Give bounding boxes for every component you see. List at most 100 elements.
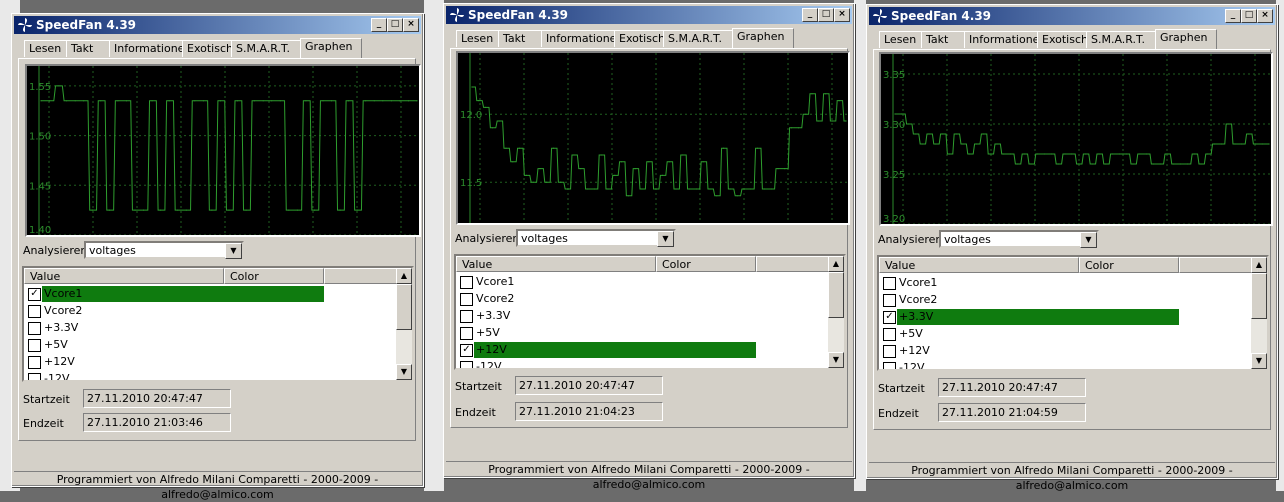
fan-icon <box>872 8 888 24</box>
checkbox[interactable] <box>28 322 41 335</box>
tab-exotisch[interactable]: Exotisch <box>182 40 238 57</box>
sensor-list[interactable]: Value Color Vcore1 Vcore2 +3.3V +5V ✓ +12V -12V ▲… <box>454 254 846 370</box>
column-header-value[interactable]: Value <box>879 257 1079 273</box>
scroll-up-icon[interactable]: ▲ <box>1251 257 1267 273</box>
scroll-down-icon[interactable]: ▼ <box>396 364 412 380</box>
data-point <box>219 100 222 102</box>
maximize-button[interactable]: □ <box>1241 9 1257 23</box>
scrollbar[interactable]: ▲ ▼ <box>828 256 844 368</box>
scrollbar[interactable]: ▲ ▼ <box>1251 257 1267 369</box>
analyze-dropdown[interactable]: voltages ▼ <box>84 241 244 259</box>
list-item[interactable]: -12V <box>26 371 396 380</box>
list-item[interactable]: +5V <box>881 326 1251 343</box>
data-point <box>777 168 779 170</box>
checkbox[interactable] <box>883 345 896 358</box>
title-bar[interactable]: SpeedFan 4.39 _ □ × <box>869 7 1275 25</box>
scroll-up-icon[interactable]: ▲ <box>396 268 412 284</box>
column-header-value[interactable]: Value <box>24 268 224 284</box>
checkbox[interactable] <box>460 293 473 306</box>
list-item[interactable]: +3.3V <box>458 308 828 325</box>
minimize-button[interactable]: _ <box>371 18 387 32</box>
tab-s-m-a-r-t-[interactable]: S.M.A.R.T. <box>1086 31 1162 48</box>
minimize-button[interactable]: _ <box>1225 9 1241 23</box>
list-item[interactable]: +12V <box>26 354 396 371</box>
scrollbar[interactable]: ▲ ▼ <box>396 268 412 380</box>
maximize-button[interactable]: □ <box>387 18 403 32</box>
list-item[interactable]: ✓ +12V <box>458 342 828 359</box>
title-bar[interactable]: SpeedFan 4.39 _ □ × <box>446 6 852 24</box>
tab-s-m-a-r-t-[interactable]: S.M.A.R.T. <box>231 40 307 57</box>
scroll-down-icon[interactable]: ▼ <box>1251 353 1267 369</box>
column-header-color[interactable]: Color <box>656 256 756 272</box>
tab-lesen[interactable]: Lesen <box>24 40 72 57</box>
voltage-graph: 1.55 1.50 1.45 1.40 <box>25 64 421 237</box>
close-button[interactable]: × <box>834 8 850 22</box>
close-button[interactable]: × <box>1257 9 1273 23</box>
maximize-button[interactable]: □ <box>818 8 834 22</box>
tab-graphen[interactable]: Graphen <box>300 38 362 58</box>
checkbox[interactable] <box>883 277 896 290</box>
scroll-up-icon[interactable]: ▲ <box>828 256 844 272</box>
checkbox[interactable]: ✓ <box>883 311 896 324</box>
checkbox[interactable] <box>28 305 41 318</box>
list-item[interactable]: Vcore2 <box>881 292 1251 309</box>
list-item[interactable]: -12V <box>881 360 1251 369</box>
tab-informationen[interactable]: Informationen <box>541 30 623 47</box>
data-point <box>211 209 213 211</box>
checkbox[interactable] <box>460 310 473 323</box>
checkbox[interactable] <box>28 339 41 352</box>
analyze-dropdown[interactable]: voltages ▼ <box>516 229 676 247</box>
tab-graphen[interactable]: Graphen <box>1155 29 1217 49</box>
scroll-thumb[interactable] <box>828 272 844 318</box>
list-item[interactable]: +12V <box>881 343 1251 360</box>
list-item[interactable]: Vcore1 <box>881 275 1251 292</box>
list-item[interactable]: +5V <box>458 325 828 342</box>
tab-s-m-a-r-t-[interactable]: S.M.A.R.T. <box>663 30 739 47</box>
analyze-dropdown[interactable]: voltages ▼ <box>939 230 1099 248</box>
sensor-list[interactable]: Value Color ✓ Vcore1 Vcore2 +3.3V +5V +12V -12V ▲… <box>22 266 414 382</box>
checkbox[interactable] <box>28 373 41 380</box>
data-point <box>1016 163 1018 165</box>
tab-informationen[interactable]: Informationen <box>109 40 191 57</box>
item-label: +12V <box>476 343 507 356</box>
chevron-down-icon[interactable]: ▼ <box>1080 232 1097 248</box>
tab-informationen[interactable]: Informationen <box>964 31 1046 48</box>
checkbox[interactable] <box>460 327 473 340</box>
list-item[interactable]: +5V <box>26 337 396 354</box>
minimize-button[interactable]: _ <box>802 8 818 22</box>
list-item[interactable]: Vcore2 <box>26 303 396 320</box>
tab-graphen[interactable]: Graphen <box>732 28 794 48</box>
list-item[interactable]: Vcore2 <box>458 291 828 308</box>
tab-exotisch[interactable]: Exotisch <box>614 30 670 47</box>
data-point <box>976 143 978 145</box>
scroll-thumb[interactable] <box>1251 273 1267 319</box>
data-point <box>1166 153 1168 155</box>
title-bar[interactable]: SpeedFan 4.39 _ □ × <box>14 16 421 34</box>
sensor-list[interactable]: Value Color Vcore1 Vcore2 ✓ +3.3V +5V +12V -12V ▲… <box>877 255 1269 371</box>
list-item[interactable]: ✓ Vcore1 <box>26 286 396 303</box>
list-item[interactable]: ✓ +3.3V <box>881 309 1251 326</box>
column-header-color[interactable]: Color <box>224 268 324 284</box>
checkbox[interactable] <box>460 361 473 368</box>
data-point <box>245 209 247 211</box>
checkbox[interactable] <box>883 362 896 369</box>
list-item[interactable]: +3.3V <box>26 320 396 337</box>
checkbox[interactable] <box>883 294 896 307</box>
list-item[interactable]: Vcore1 <box>458 274 828 291</box>
tab-exotisch[interactable]: Exotisch <box>1037 31 1093 48</box>
checkbox[interactable] <box>28 356 41 369</box>
column-header-color[interactable]: Color <box>1079 257 1179 273</box>
checkbox[interactable]: ✓ <box>460 344 473 357</box>
chevron-down-icon[interactable]: ▼ <box>657 231 674 247</box>
checkbox[interactable]: ✓ <box>28 288 41 301</box>
column-header-value[interactable]: Value <box>456 256 656 272</box>
list-item[interactable]: -12V <box>458 359 828 368</box>
close-button[interactable]: × <box>403 18 419 32</box>
tab-lesen[interactable]: Lesen <box>879 31 927 48</box>
tab-lesen[interactable]: Lesen <box>456 30 504 47</box>
scroll-down-icon[interactable]: ▼ <box>828 352 844 368</box>
checkbox[interactable] <box>883 328 896 341</box>
scroll-thumb[interactable] <box>396 284 412 330</box>
checkbox[interactable] <box>460 276 473 289</box>
chevron-down-icon[interactable]: ▼ <box>225 243 242 259</box>
